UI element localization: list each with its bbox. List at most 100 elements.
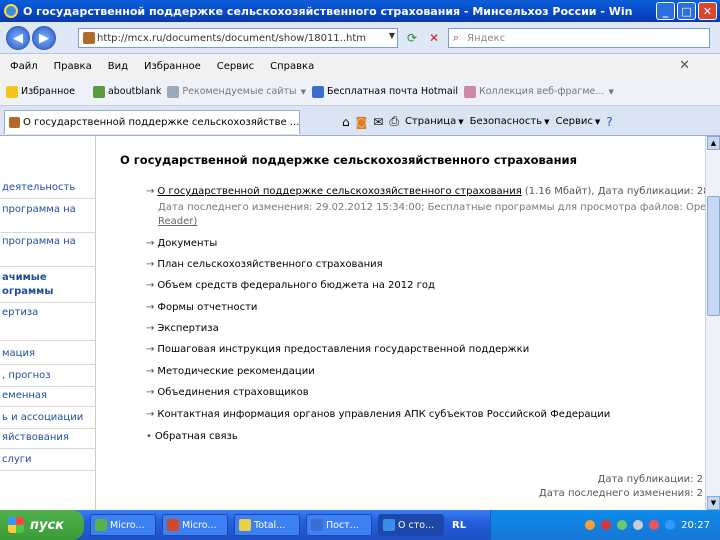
window-title: О государственной поддержке сельскохозяй… — [23, 4, 633, 18]
window-controls: _ □ ✕ — [656, 2, 717, 20]
menu-edit[interactable]: Правка — [54, 61, 92, 72]
chevron-down-icon: ▼ — [544, 117, 550, 126]
list-item[interactable]: → Объем средств федерального бюджета на 2… — [146, 280, 435, 291]
list-item-link[interactable]: Объединения страховщиков — [157, 387, 308, 398]
list-item-link[interactable]: Пошаговая инструкция предоставления госу… — [157, 344, 529, 355]
list-item-link[interactable]: Обратная связь — [155, 431, 238, 442]
security-menu[interactable]: Безопасность ▼ — [470, 116, 550, 127]
language-indicator[interactable]: RL — [452, 520, 466, 531]
suggested-sites-icon — [167, 85, 180, 98]
arrow-right-icon: → — [146, 409, 155, 420]
tray-icon[interactable] — [617, 520, 628, 530]
favorites-button[interactable]: Избранное — [6, 85, 75, 98]
bullet-icon: • — [146, 431, 152, 442]
menu-favorites[interactable]: Избранное — [144, 61, 201, 72]
help-icon[interactable]: ? — [606, 115, 612, 129]
tab-bar: О государственной поддержке сельскохозяй… — [0, 106, 720, 136]
mail-icon[interactable]: ✉ — [373, 115, 383, 129]
volume-icon[interactable] — [633, 520, 644, 530]
reader-link[interactable]: Reader) — [158, 216, 197, 227]
taskbar-item-word[interactable]: Пост... — [306, 514, 372, 536]
tray-icon[interactable] — [601, 520, 612, 530]
messenger-icon — [95, 519, 107, 531]
list-item-link[interactable]: О государственной поддержке сельскохозяй… — [157, 186, 521, 197]
list-item[interactable]: → Экспертиза — [146, 323, 219, 334]
list-item-link[interactable]: Объем средств федерального бюджета на 20… — [157, 280, 435, 291]
tray-icon[interactable] — [665, 520, 676, 530]
fav-item-webslices[interactable]: Коллекция веб-фрагме... ▼ — [464, 85, 614, 98]
back-arrow-icon: ◀ — [13, 30, 23, 46]
list-item-main-document[interactable]: → О государственной поддержке сельскохозя… — [146, 186, 705, 197]
powerpoint-icon — [167, 519, 179, 531]
leftnav-item[interactable]: программа на — [2, 204, 76, 215]
tools-menu[interactable]: Сервис ▼ — [556, 116, 601, 127]
page-title: О государственной поддержке сельскохозяй… — [120, 153, 577, 167]
minimize-button[interactable]: _ — [656, 2, 675, 20]
start-button[interactable]: пуск — [0, 510, 84, 540]
list-item[interactable]: → Документы — [146, 238, 217, 249]
taskbar-item-ie[interactable]: О сто... — [378, 514, 444, 536]
taskbar-item-totalcmd[interactable]: Total... — [234, 514, 300, 536]
forward-button[interactable]: ▶ — [32, 26, 56, 50]
back-button[interactable]: ◀ — [6, 26, 30, 50]
list-item[interactable]: → План сельскохозяйственного страхования — [146, 259, 383, 270]
arrow-right-icon: → — [146, 186, 155, 197]
leftnav-item[interactable]: , прогноз — [2, 370, 51, 381]
list-item[interactable]: • Обратная связь — [146, 431, 238, 442]
list-item[interactable]: → Контактная информация органов управлени… — [146, 409, 610, 420]
home-icon[interactable]: ⌂ — [342, 115, 350, 129]
tools-menu-label: Сервис — [555, 116, 593, 127]
list-item-link[interactable]: Экспертиза — [157, 323, 218, 334]
list-item-link[interactable]: План сельскохозяйственного страхования — [157, 259, 382, 270]
page-menu[interactable]: Страница ▼ — [405, 116, 464, 127]
rss-feed-icon[interactable]: ◙ — [356, 115, 368, 129]
list-item[interactable]: → Пошаговая инструкция предоставления гос… — [146, 344, 529, 355]
maximize-button[interactable]: □ — [677, 2, 696, 20]
fav-item-aboutblank[interactable]: aboutblank — [92, 85, 161, 98]
total-commander-icon — [239, 519, 251, 531]
leftnav-item[interactable]: яйствования — [2, 432, 69, 443]
tab-active[interactable]: О государственной поддержке сельскохозяй… — [4, 110, 300, 134]
list-item-link[interactable]: Формы отчетности — [157, 302, 257, 313]
list-item[interactable]: → Объединения страховщиков — [146, 387, 309, 398]
menu-help[interactable]: Справка — [270, 61, 314, 72]
document-changed-date: Дата последнего изменения: 29.02.2012 15… — [158, 202, 705, 213]
tray-icon[interactable] — [649, 520, 660, 530]
list-item[interactable]: → Формы отчетности — [146, 302, 257, 313]
leftnav-item[interactable]: мация — [2, 348, 35, 359]
fav-item-label: Бесплатная почта Hotmail — [326, 86, 458, 97]
menu-file[interactable]: Файл — [10, 61, 38, 72]
taskbar-item-messenger[interactable]: Micro... — [90, 514, 156, 536]
fav-item-suggested[interactable]: Рекомендуемые сайты ▼ — [167, 85, 306, 98]
close-button[interactable]: ✕ — [698, 2, 717, 20]
taskbar-item-powerpoint[interactable]: Micro... — [162, 514, 228, 536]
list-item[interactable]: → Методические рекомендации — [146, 366, 315, 377]
url-dropdown-icon[interactable]: ▼ — [389, 31, 395, 40]
list-item-link[interactable]: Документы — [157, 238, 217, 249]
list-item-link[interactable]: Контактная информация органов управления… — [157, 409, 610, 420]
leftnav-item[interactable]: ь и ассоциации — [2, 412, 83, 423]
stop-icon[interactable]: ✕ — [424, 28, 444, 48]
print-icon[interactable]: ⎙ — [389, 114, 399, 129]
scroll-up-icon[interactable]: ▲ — [707, 136, 720, 150]
refresh-icon[interactable]: ⟳ — [402, 28, 422, 48]
scroll-down-icon[interactable]: ▼ — [707, 496, 720, 510]
leftnav-item[interactable]: программа на — [2, 236, 76, 247]
url-text: http://mcx.ru/documents/document/show/18… — [97, 32, 367, 44]
leftnav-item[interactable]: ачимые — [2, 272, 47, 283]
leftnav-item[interactable]: деятельность — [2, 182, 75, 193]
menu-tools[interactable]: Сервис — [217, 61, 254, 72]
fav-item-hotmail[interactable]: Бесплатная почта Hotmail — [311, 85, 458, 98]
close-menu-icon[interactable]: ✕ — [679, 58, 690, 73]
tray-icon[interactable] — [585, 520, 596, 530]
url-input[interactable]: http://mcx.ru/documents/document/show/18… — [78, 28, 398, 48]
leftnav-item[interactable]: ограммы — [2, 286, 53, 297]
list-item-link[interactable]: Методические рекомендации — [157, 366, 314, 377]
leftnav-item[interactable]: ертиза — [2, 307, 38, 318]
leftnav-item[interactable]: еменная — [2, 390, 47, 401]
leftnav-item[interactable]: слуги — [2, 454, 32, 465]
search-input[interactable]: ⌕ Яндекс — [448, 28, 710, 48]
scroll-thumb[interactable] — [707, 196, 720, 316]
vertical-scrollbar[interactable]: ▲ ▼ — [705, 136, 720, 510]
menu-view[interactable]: Вид — [108, 61, 128, 72]
